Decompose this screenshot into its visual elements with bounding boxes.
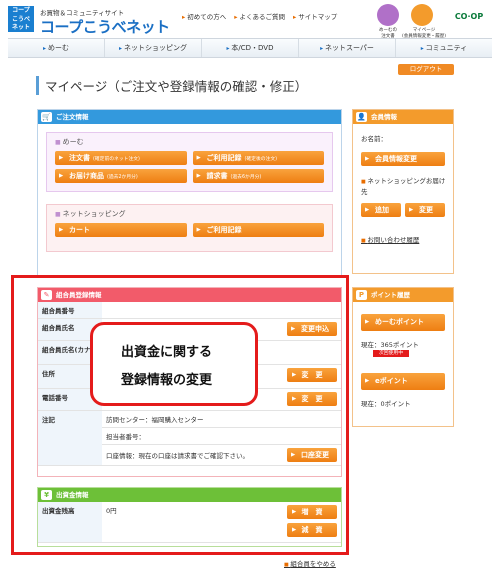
member-name-label: お名前： [361,135,387,143]
meem-point-current: 現在：365ポイント [361,341,419,349]
highlight-frame [11,275,349,555]
point-p-icon: P [356,290,367,300]
logout-button[interactable]: ログアウト [398,64,454,75]
member-info-heading: 👤 会員情報 [353,110,453,124]
coop-kobe-logo[interactable]: コープ こうべ ネット [8,6,34,32]
contact-history-link[interactable]: お問い合わせ履歴 [361,234,453,244]
cart-button[interactable]: カート [55,223,187,237]
point-history-panel: P ポイント履歴 めーむポイント 現在：365ポイント 次回使用中 eポイント … [352,287,454,427]
link-first-time[interactable]: 初めての方へ [182,11,226,21]
shopping-section: ネットショッピング カート ご利用記録 [46,204,333,252]
top-links: 初めての方へ よくあるご質問 サイトマップ [182,11,337,21]
nav-net-super[interactable]: ネットスーパー [299,39,396,57]
order-form-icon[interactable] [377,4,399,26]
meem-section-title: めーむ [55,137,324,147]
mypage-icon[interactable] [411,4,433,26]
invoice-button[interactable]: 請求書(過去6か月分) [192,169,324,183]
member-info-panel: 👤 会員情報 お名前： 会員情報変更 ネットショッピングお届け先 追加 変更 お… [352,109,454,274]
nav-books-cd-dvd[interactable]: 本/CD・DVD [202,39,299,57]
site-brand[interactable]: コープこうべネット [40,16,170,37]
delivery-address-title: ネットショッピングお届け先 [361,176,447,197]
e-point-button[interactable]: eポイント [361,373,445,390]
shopping-section-title: ネットショッピング [55,209,324,219]
callout-box: 出資金に関する 登録情報の変更 [90,322,258,406]
point-history-heading: P ポイント履歴 [353,288,453,302]
order-info-heading: 🛒 ご注文情報 [38,110,341,124]
e-point-current: 現在：0ポイント [361,400,411,408]
coop-logo: CO·OP [454,12,484,21]
edit-address-button[interactable]: 変更 [405,203,445,217]
order-info-panel: 🛒 ご注文情報 めーむ 注文書(確定前のネット注文) ご利用記録(確定後の注文)… [37,109,342,277]
meem-section: めーむ 注文書(確定前のネット注文) ご利用記録(確定後の注文) お届け商品(過… [46,132,333,192]
meem-point-badge: 次回使用中 [373,350,409,357]
nav-meem[interactable]: めーむ [8,39,105,57]
usage-record-button[interactable]: ご利用記録(確定後の注文) [192,151,324,165]
add-address-button[interactable]: 追加 [361,203,401,217]
page-title: マイページ（ご注文や登録情報の確認・修正） [36,76,307,95]
delivered-items-button[interactable]: お届け商品(過去2か月分) [55,169,187,183]
link-faq[interactable]: よくあるご質問 [234,11,286,21]
member-icon: 👤 [356,112,367,122]
nav-community[interactable]: コミュニティ [396,39,492,57]
meem-point-button[interactable]: めーむポイント [361,314,445,331]
callout-line-1: 出資金に関する [121,345,213,360]
main-nav: めーむ ネットショッピング 本/CD・DVD ネットスーパー コミュニティ [8,38,492,58]
withdraw-membership-link[interactable]: 組合員をやめる [284,558,336,568]
cart-icon: 🛒 [41,112,52,122]
order-form-button[interactable]: 注文書(確定前のネット注文) [55,151,187,165]
member-info-change-button[interactable]: 会員情報変更 [361,152,445,166]
link-sitemap[interactable]: サイトマップ [293,11,337,21]
callout-line-2: 登録情報の変更 [121,373,213,388]
shopping-usage-record-button[interactable]: ご利用記録 [192,223,324,237]
nav-net-shopping[interactable]: ネットショッピング [105,39,202,57]
